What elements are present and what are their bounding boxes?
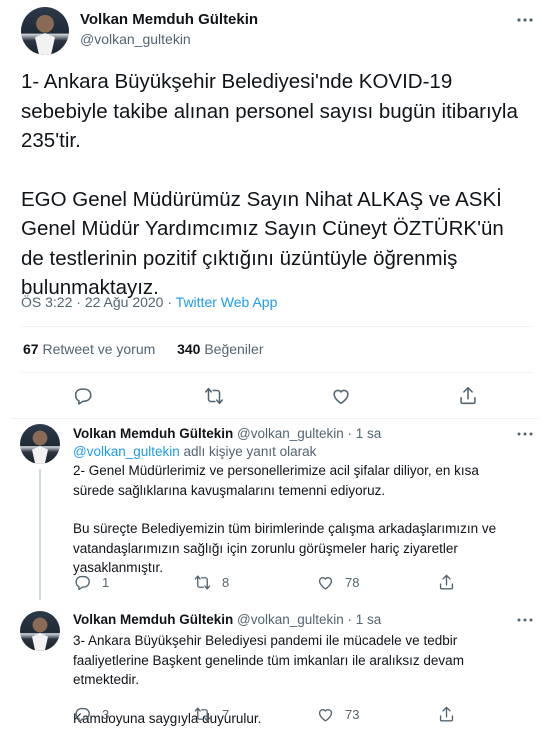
tweet-paragraph: Kamuoyuna saygıyla duyurulur.: [73, 710, 262, 726]
tweet-stats: 67 Retweet ve yorum 340 Beğeniler: [23, 341, 263, 357]
avatar[interactable]: [20, 611, 60, 651]
tweet-paragraph: 3- Ankara Büyükşehir Belediyesi pandemi …: [73, 633, 464, 687]
avatar[interactable]: [20, 424, 60, 464]
author-handle-time[interactable]: @volkan_gultekin · 1 sa: [237, 426, 381, 441]
heart-icon[interactable]: 73: [316, 705, 359, 724]
retweet-stat[interactable]: 67 Retweet ve yorum: [23, 341, 155, 357]
author-handle[interactable]: @volkan_gultekin: [80, 31, 191, 47]
tweet-paragraph: 1- Ankara Büyükşehir Belediyesi'nde KOVI…: [21, 70, 518, 152]
reply-icon[interactable]: 1: [73, 573, 109, 592]
reply-icon[interactable]: [72, 385, 94, 407]
retweet-icon[interactable]: 8: [193, 573, 229, 592]
reply-to-handle[interactable]: @volkan_gultekin: [73, 444, 180, 459]
tweet-meta: ÖS 3:22 · 22 Ağu 2020 · Twitter Web App: [21, 294, 277, 310]
author-name[interactable]: Volkan Memduh Gültekin: [73, 612, 233, 627]
share-icon[interactable]: [437, 573, 456, 592]
heart-icon[interactable]: [330, 385, 352, 407]
like-count: 73: [345, 707, 360, 722]
tweet-paragraph: Bu süreçte Belediyemizin tüm birimlerind…: [73, 521, 497, 575]
thread-line: [39, 469, 41, 600]
tweet-text: 1- Ankara Büyükşehir Belediyesi'nde KOVI…: [21, 67, 531, 303]
divider: [21, 326, 532, 327]
retweet-count: 7: [222, 707, 230, 722]
reply-icon[interactable]: 3: [73, 705, 109, 724]
heart-icon[interactable]: 78: [316, 573, 359, 592]
tweet-text: 2- Genel Müdürlerimiz ve personellerimiz…: [73, 461, 523, 578]
avatar[interactable]: [21, 7, 69, 55]
tweet-source[interactable]: Twitter Web App: [176, 294, 278, 310]
tweet-date[interactable]: 22 Ağu 2020: [85, 294, 164, 310]
like-count: 78: [345, 575, 360, 590]
retweet-count: 8: [222, 575, 230, 590]
tweet-paragraph: 2- Genel Müdürlerimiz ve personellerimiz…: [73, 463, 479, 498]
meta-separator: ·: [72, 294, 85, 310]
retweet-icon[interactable]: 7: [193, 705, 229, 724]
more-icon[interactable]: [515, 424, 535, 449]
like-stat[interactable]: 340 Beğeniler: [177, 341, 263, 357]
tweet-time[interactable]: ÖS 3:22: [21, 294, 72, 310]
divider: [21, 372, 532, 373]
author-name[interactable]: Volkan Memduh Gültekin: [73, 426, 233, 441]
replying-to: @volkan_gultekin adlı kişiye yanıt olara…: [73, 444, 317, 459]
tweet-paragraph: EGO Genel Müdürümüz Sayın Nihat ALKAŞ ve…: [21, 187, 504, 300]
reply-count: 3: [102, 707, 110, 722]
author-handle-time[interactable]: @volkan_gultekin · 1 sa: [237, 612, 381, 627]
divider: [10, 418, 539, 419]
meta-separator: ·: [163, 294, 176, 310]
more-icon[interactable]: [515, 10, 535, 35]
retweet-icon[interactable]: [203, 385, 225, 407]
share-icon[interactable]: [437, 705, 456, 724]
author-name[interactable]: Volkan Memduh Gültekin: [80, 11, 258, 28]
reply-count: 1: [102, 575, 110, 590]
share-icon[interactable]: [457, 385, 479, 407]
tweet-text: 3- Ankara Büyükşehir Belediyesi pandemi …: [73, 631, 533, 728]
